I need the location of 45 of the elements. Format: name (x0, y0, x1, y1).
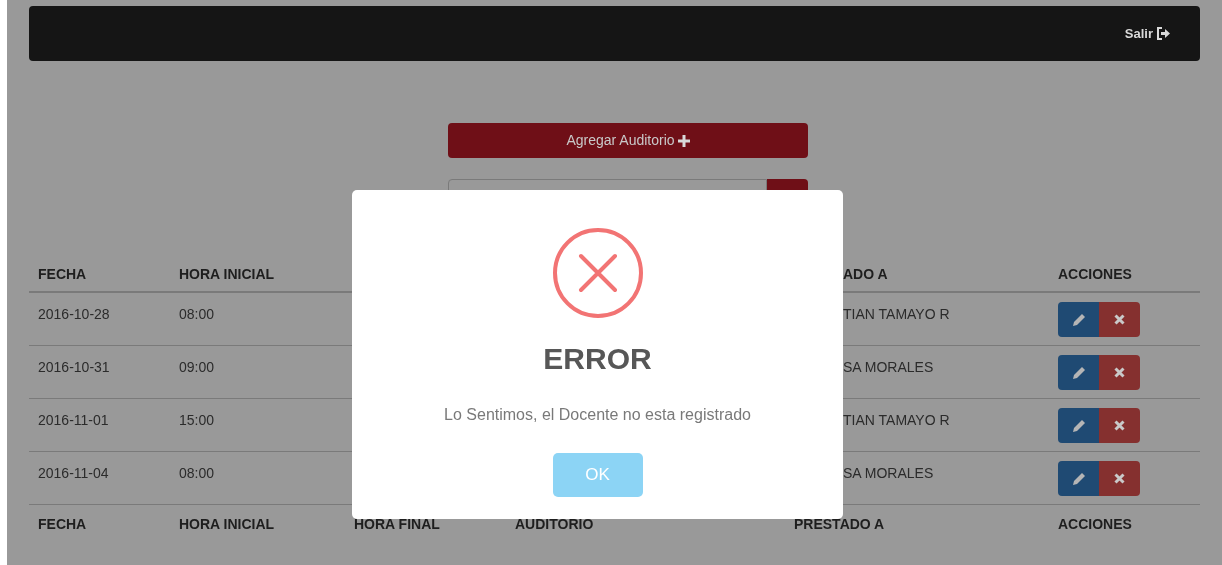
dialog-title: ERROR (543, 344, 652, 374)
delete-button[interactable] (1099, 461, 1140, 496)
column-header: HORA FINAL (354, 515, 440, 532)
edit-button[interactable] (1058, 302, 1099, 337)
column-header: HORA INICIAL (179, 266, 275, 282)
pencil-icon (1071, 365, 1086, 380)
column-header: PRESTADO A (794, 515, 885, 532)
logout-icon (1156, 27, 1170, 40)
close-icon (1114, 314, 1125, 325)
pencil-icon (1071, 471, 1086, 486)
table-cell: 08:00 (179, 306, 215, 322)
column-header: FECHA (38, 266, 87, 282)
delete-button[interactable] (1099, 302, 1140, 337)
table-cell: SA MORALES (843, 465, 934, 481)
delete-button[interactable] (1099, 408, 1140, 443)
table-cell: 2016-10-31 (38, 359, 110, 375)
logout-link[interactable]: Salir (1124, 23, 1170, 44)
table-cell: 2016-11-01 (38, 412, 109, 428)
table-cell: 09:00 (179, 359, 215, 375)
close-icon (1114, 420, 1125, 431)
table-cell: TIAN TAMAYO R (843, 412, 950, 428)
pencil-icon (1071, 418, 1086, 433)
table-cell: TIAN TAMAYO R (843, 306, 950, 322)
column-header: HORA INICIAL (179, 515, 275, 532)
add-auditorium-button[interactable]: Agregar Auditorio (448, 123, 808, 158)
edit-button[interactable] (1058, 461, 1099, 496)
column-header: FECHA (38, 515, 87, 532)
column-header: ADO A (843, 266, 888, 282)
table-cell: 08:00 (179, 465, 215, 481)
column-header: ACCIONES (1058, 266, 1132, 282)
table-cell: SA MORALES (843, 359, 934, 375)
plus-icon (677, 134, 690, 147)
close-icon (1114, 367, 1125, 378)
pencil-icon (1071, 312, 1086, 327)
edit-button[interactable] (1058, 355, 1099, 390)
column-header: AUDITORIO (515, 515, 594, 532)
table-cell: 2016-10-28 (38, 306, 110, 322)
close-icon (1114, 473, 1125, 484)
dialog-message: Lo Sentimos, el Docente no esta registrado (444, 405, 751, 425)
column-header: ACCIONES (1058, 515, 1132, 532)
edit-button[interactable] (1058, 408, 1099, 443)
error-icon (552, 228, 643, 318)
table-cell: 15:00 (179, 412, 215, 428)
delete-button[interactable] (1099, 355, 1140, 390)
table-cell: 2016-11-04 (38, 465, 109, 481)
